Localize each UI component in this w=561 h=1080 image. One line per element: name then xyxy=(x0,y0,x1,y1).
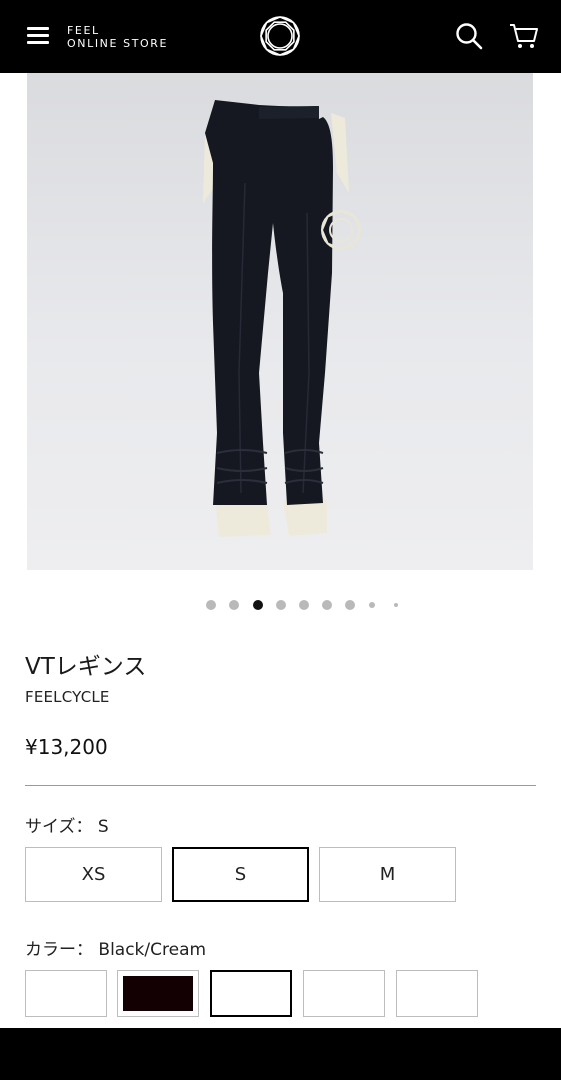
size-option-m[interactable]: M xyxy=(319,847,456,902)
product-title: VTレギンス xyxy=(25,654,147,680)
brand-line-1: FEEL xyxy=(67,24,100,37)
carousel-dot[interactable] xyxy=(369,602,375,608)
carousel-dots xyxy=(0,599,561,611)
bottom-bar xyxy=(0,1028,561,1080)
size-option-xs[interactable]: XS xyxy=(25,847,162,902)
divider xyxy=(25,785,536,786)
size-option-s[interactable]: S xyxy=(172,847,309,902)
brand-logo-icon[interactable] xyxy=(259,15,301,57)
color-swatch[interactable] xyxy=(396,970,478,1017)
color-swatch[interactable] xyxy=(25,970,107,1017)
brand-line-2: ONLINE STORE xyxy=(67,37,169,50)
carousel-dot[interactable] xyxy=(322,600,332,610)
brand-wordmark[interactable]: FEEL ONLINE STORE xyxy=(67,24,168,50)
menu-icon[interactable] xyxy=(27,25,51,47)
product-image[interactable] xyxy=(27,73,533,570)
leggings-illustration xyxy=(203,100,362,537)
color-label: カラー： Black/Cream xyxy=(25,940,207,960)
size-label: サイズ： S xyxy=(25,817,109,837)
carousel-dot[interactable] xyxy=(206,600,216,610)
cart-icon[interactable] xyxy=(509,22,539,50)
product-price: ¥13,200 xyxy=(25,735,108,759)
color-swatch[interactable] xyxy=(303,970,385,1017)
swatch-fill xyxy=(123,976,193,1011)
carousel-dot[interactable] xyxy=(345,600,355,610)
product-brand: FEELCYCLE xyxy=(25,688,110,706)
carousel-dot-active[interactable] xyxy=(253,600,263,610)
site-header: FEEL ONLINE STORE xyxy=(0,0,561,73)
carousel-dot[interactable] xyxy=(299,600,309,610)
carousel-dot[interactable] xyxy=(229,600,239,610)
search-icon[interactable] xyxy=(455,22,483,50)
carousel-dot[interactable] xyxy=(394,603,398,607)
carousel-dot[interactable] xyxy=(276,600,286,610)
color-swatch-selected[interactable] xyxy=(210,970,292,1017)
color-swatch-black[interactable] xyxy=(117,970,199,1017)
